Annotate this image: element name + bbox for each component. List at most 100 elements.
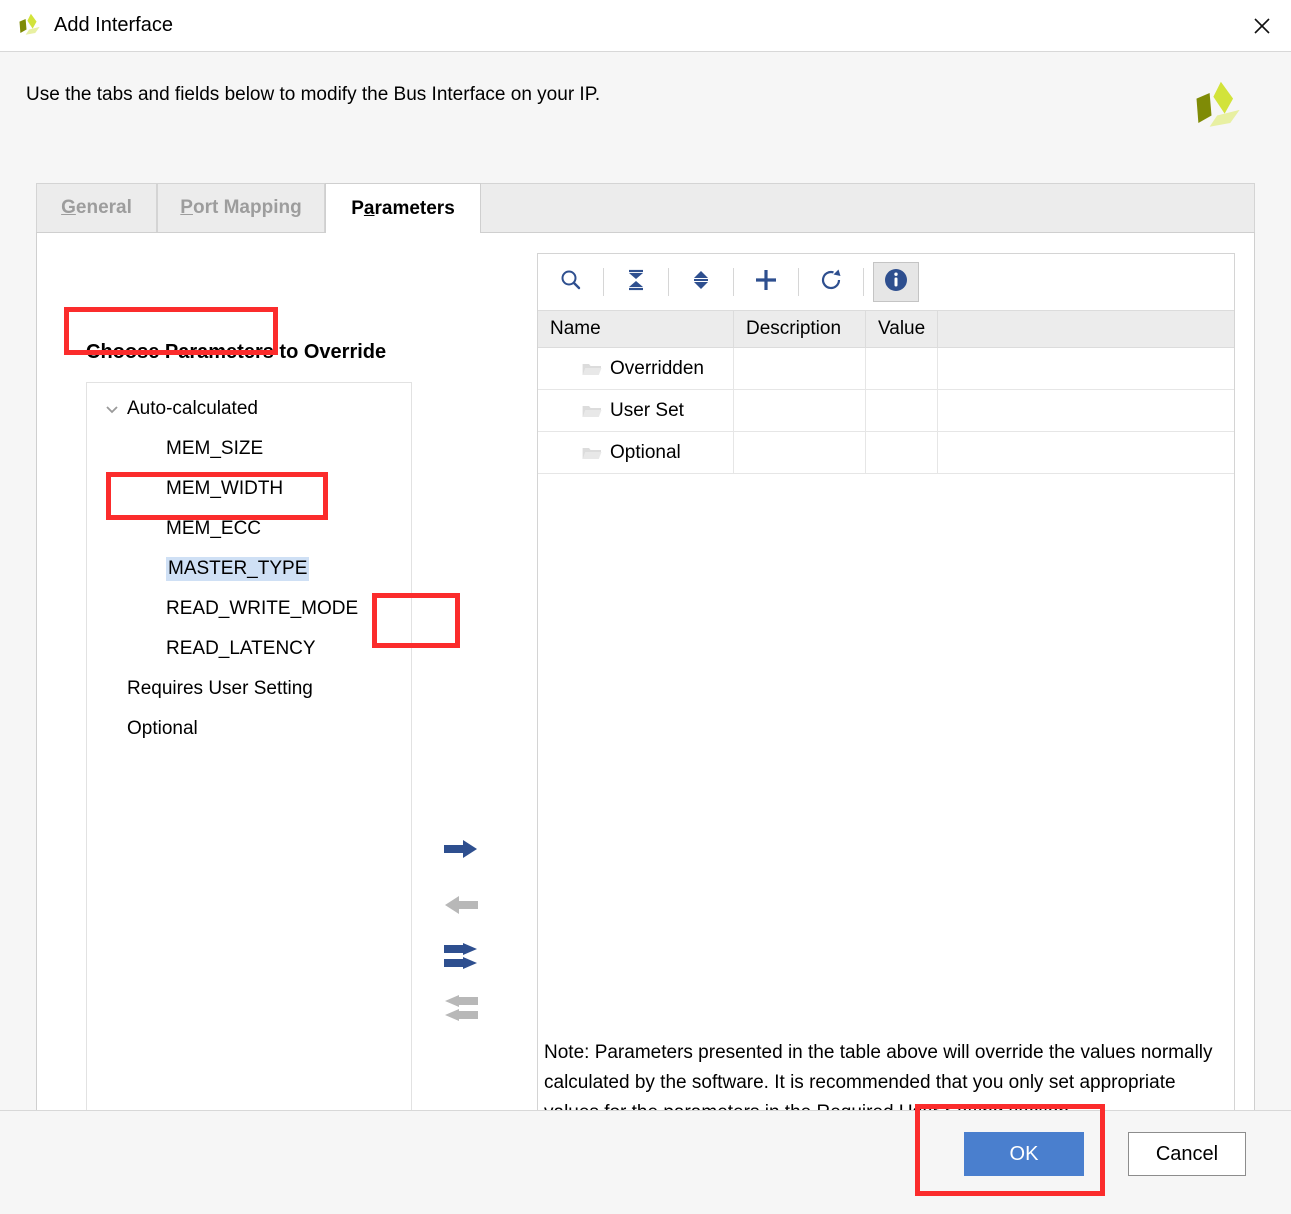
table-row[interactable]: Overridden	[538, 348, 1234, 390]
dialog-body: Use the tabs and fields below to modify …	[0, 52, 1291, 1164]
arrow-right-icon	[444, 838, 478, 865]
column-header-name[interactable]: Name	[538, 311, 734, 347]
tab-parameters[interactable]: Parameters	[325, 183, 481, 233]
parameters-tab-panel: Choose Parameters to Override Auto-calcu…	[36, 232, 1255, 1164]
tab-general-mnemonic: G	[61, 197, 76, 218]
tree-item-label: MEM_SIZE	[166, 438, 264, 459]
column-header-spacer	[938, 311, 1234, 347]
table-cell-name-text: Optional	[610, 441, 681, 463]
tree-item-label: Auto-calculated	[127, 398, 258, 419]
toolbar-separator	[668, 268, 669, 296]
toolbar-separator	[798, 268, 799, 296]
table-cell-description	[734, 432, 866, 473]
tree-item-read-latency[interactable]: READ_LATENCY	[87, 629, 411, 669]
refresh-icon	[819, 268, 843, 297]
add-parameter-button[interactable]	[743, 262, 789, 302]
tree-item-mem-size[interactable]: MEM_SIZE	[87, 429, 411, 469]
choose-parameters-column: Choose Parameters to Override Auto-calcu…	[61, 253, 413, 1160]
dialog-footer: OK Cancel	[0, 1110, 1291, 1214]
tree-item-mem-width[interactable]: MEM_WIDTH	[87, 469, 411, 509]
folder-icon	[582, 403, 602, 419]
table-cell-spacer	[938, 432, 1234, 473]
table-cell-name: Optional	[538, 432, 734, 473]
move-all-right-button[interactable]	[427, 939, 495, 979]
parameters-tree[interactable]: Auto-calculated MEM_SIZE MEM_WIDTH MEM_E…	[86, 382, 412, 1160]
tab-general[interactable]: General	[36, 183, 157, 232]
table-row[interactable]: User Set	[538, 390, 1234, 432]
choose-parameters-heading: Choose Parameters to Override	[86, 341, 387, 363]
tree-item-requires-user-setting[interactable]: Requires User Setting	[87, 669, 411, 709]
tab-strip-filler	[481, 183, 1255, 232]
collapse-all-icon	[624, 268, 648, 297]
cancel-button[interactable]: Cancel	[1128, 1132, 1246, 1176]
tab-port-mapping[interactable]: Port Mapping	[157, 183, 325, 232]
folder-icon	[582, 445, 602, 461]
refresh-button[interactable]	[808, 262, 854, 302]
ok-button[interactable]: OK	[964, 1132, 1084, 1176]
move-left-button[interactable]	[427, 887, 495, 927]
tree-item-label: READ_LATENCY	[166, 638, 316, 659]
tree-item-label: Optional	[127, 718, 198, 739]
tab-parameters-label-rest: rameters	[374, 197, 455, 219]
tree-item-optional[interactable]: Optional	[87, 709, 411, 749]
toolbar-separator	[733, 268, 734, 296]
brand-altera-logo-icon	[1187, 78, 1251, 138]
double-arrow-left-icon	[444, 994, 478, 1028]
column-header-value[interactable]: Value	[866, 311, 938, 347]
plus-icon	[753, 267, 779, 298]
tree-item-label: MEM_WIDTH	[166, 478, 284, 499]
move-right-button[interactable]	[427, 831, 495, 871]
column-header-description[interactable]: Description	[734, 311, 866, 347]
table-cell-value	[866, 348, 938, 389]
table-cell-spacer	[938, 390, 1234, 431]
tab-general-label-rest: eneral	[75, 197, 132, 218]
tree-item-label: MASTER_TYPE	[166, 557, 310, 581]
override-parameters-panel: Name Description Value Overridden User S…	[537, 253, 1235, 1143]
close-icon[interactable]	[1233, 0, 1291, 51]
toolbar-separator	[603, 268, 604, 296]
table-header-row: Name Description Value	[538, 310, 1234, 348]
parameters-table: Name Description Value Overridden User S…	[538, 310, 1234, 474]
folder-icon	[582, 361, 602, 377]
move-all-left-button[interactable]	[427, 991, 495, 1031]
altera-logo-icon	[16, 12, 44, 40]
dialog-title: Add Interface	[54, 14, 173, 36]
tab-parameters-label-pre: P	[351, 197, 364, 219]
arrow-left-icon	[444, 894, 478, 921]
tree-item-read-write-mode[interactable]: READ_WRITE_MODE	[87, 589, 411, 629]
table-cell-name-text: User Set	[610, 399, 684, 421]
info-icon	[883, 267, 909, 298]
table-cell-name-text: Overridden	[610, 357, 704, 379]
table-cell-description	[734, 348, 866, 389]
tab-port-mapping-mnemonic: P	[180, 197, 193, 218]
parameters-toolbar	[538, 254, 1234, 310]
toolbar-separator	[863, 268, 864, 296]
tree-item-label: MEM_ECC	[166, 518, 262, 539]
tab-parameters-mnemonic: a	[363, 197, 375, 219]
info-button[interactable]	[873, 262, 919, 302]
double-arrow-right-icon	[444, 942, 478, 976]
table-row[interactable]: Optional	[538, 432, 1234, 474]
table-cell-description	[734, 390, 866, 431]
table-cell-spacer	[938, 348, 1234, 389]
tree-item-master-type[interactable]: MASTER_TYPE	[87, 549, 411, 589]
dialog-titlebar: Add Interface	[0, 0, 1291, 52]
expand-all-icon	[689, 268, 713, 297]
tree-item-auto-calculated[interactable]: Auto-calculated	[87, 389, 411, 429]
tree-item-mem-ecc[interactable]: MEM_ECC	[87, 509, 411, 549]
tab-strip: General Port Mapping Parameters	[36, 183, 1255, 233]
transfer-button-column	[417, 253, 507, 1143]
search-button[interactable]	[548, 262, 594, 302]
chevron-down-icon[interactable]	[101, 401, 123, 417]
tab-port-mapping-label-rest: ort Mapping	[192, 197, 302, 218]
expand-all-button[interactable]	[678, 262, 724, 302]
collapse-all-button[interactable]	[613, 262, 659, 302]
instruction-text: Use the tabs and fields below to modify …	[26, 84, 601, 105]
search-icon	[559, 268, 583, 297]
table-cell-value	[866, 390, 938, 431]
tree-item-label: READ_WRITE_MODE	[166, 598, 359, 619]
table-cell-name: User Set	[538, 390, 734, 431]
table-cell-name: Overridden	[538, 348, 734, 389]
tree-item-label: Requires User Setting	[127, 678, 313, 699]
table-cell-value	[866, 432, 938, 473]
